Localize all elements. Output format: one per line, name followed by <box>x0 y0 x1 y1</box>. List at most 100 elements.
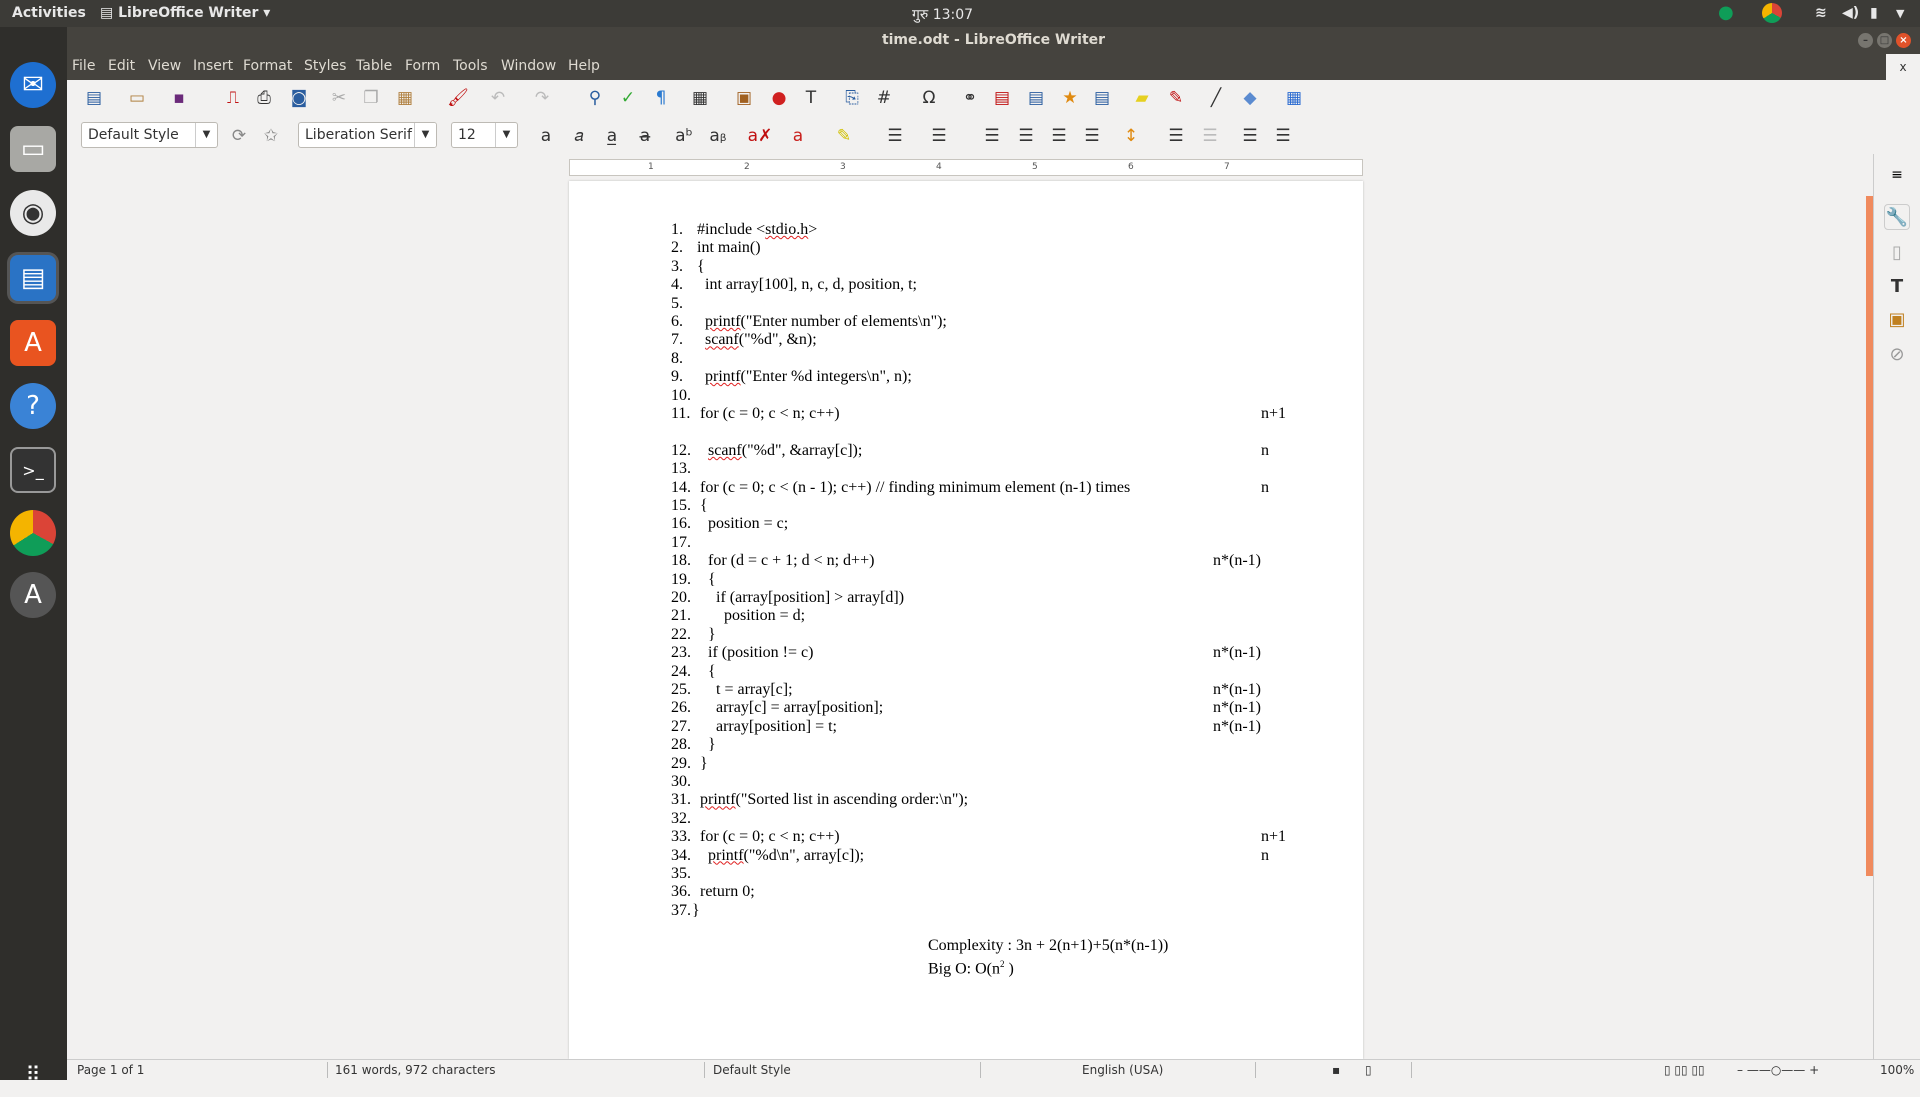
find-replace-icon[interactable]: ⚲ <box>583 86 607 110</box>
line-icon[interactable]: ╱ <box>1204 86 1228 110</box>
horizontal-ruler[interactable]: 1 2 3 4 5 6 7 <box>569 159 1363 176</box>
app-menu[interactable]: ▤ LibreOffice Writer ▾ <box>100 5 270 21</box>
insert-field-icon[interactable]: # <box>872 86 896 110</box>
clock[interactable]: गुरु 13:07 <box>912 5 973 24</box>
chevron-down-icon[interactable]: ▼ <box>414 123 436 147</box>
font-color-icon[interactable]: a <box>786 124 810 148</box>
close-document-button[interactable]: x <box>1886 54 1920 80</box>
page-style[interactable]: Default Style <box>713 1063 791 1077</box>
vertical-scrollbar[interactable] <box>1866 196 1873 876</box>
misspelled-word[interactable]: scanf <box>705 331 739 348</box>
cross-reference-icon[interactable]: ▤ <box>1090 86 1114 110</box>
battery-icon[interactable]: ▮ <box>1870 5 1878 21</box>
minimize-button[interactable]: – <box>1858 33 1873 48</box>
writer-icon[interactable]: ▤ <box>10 255 56 301</box>
chevron-down-icon[interactable]: ▼ <box>495 123 517 147</box>
update-style-icon[interactable]: ⟳ <box>227 124 251 148</box>
hyperlink-icon[interactable]: ⚭ <box>958 86 982 110</box>
menu-table[interactable]: Table <box>356 58 392 74</box>
open-icon[interactable]: ▭ <box>125 86 149 110</box>
strikethrough-icon[interactable]: a̶ <box>633 124 657 148</box>
menu-form[interactable]: Form <box>405 58 440 74</box>
insert-textbox-icon[interactable]: T <box>799 86 823 110</box>
numbering-icon[interactable]: ☰ <box>927 124 951 148</box>
wifi-icon[interactable]: ≋ <box>1815 5 1827 21</box>
menu-edit[interactable]: Edit <box>108 58 135 74</box>
insert-table-icon[interactable]: ▦ <box>688 86 712 110</box>
export-pdf-icon[interactable]: ⎍ <box>221 86 245 110</box>
menu-file[interactable]: File <box>72 58 95 74</box>
menu-help[interactable]: Help <box>568 58 600 74</box>
copy-icon[interactable]: ❐ <box>359 86 383 110</box>
spellcheck-icon[interactable]: ✓ <box>616 86 640 110</box>
chrome-icon[interactable] <box>10 510 56 556</box>
paragraph-style-combo[interactable]: Default Style ▼ <box>81 122 218 148</box>
undo-icon[interactable]: ↶ <box>486 86 510 110</box>
software-updater-icon[interactable]: A <box>10 572 56 618</box>
increase-indent-icon[interactable]: ☰ <box>1238 124 1262 148</box>
language[interactable]: English (USA) <box>1082 1063 1163 1077</box>
menu-window[interactable]: Window <box>501 58 556 74</box>
cut-icon[interactable]: ✂ <box>327 86 351 110</box>
font-size-combo[interactable]: 12 ▼ <box>451 122 518 148</box>
paste-icon[interactable]: ▦ <box>393 86 417 110</box>
document-page[interactable]: 1. #include <stdio.h> 2. int main() 3. {4. in… <box>569 181 1363 1059</box>
zoom-level[interactable]: 100% <box>1880 1063 1914 1077</box>
volume-icon[interactable]: ◀) <box>1842 5 1859 21</box>
files-icon[interactable]: ▭ <box>10 126 56 172</box>
chrome-tray-icon[interactable] <box>1762 3 1782 23</box>
insert-mode-icon[interactable]: ▪ <box>1332 1063 1340 1077</box>
terminal-icon[interactable]: >_ <box>10 447 56 493</box>
zoom-slider[interactable]: – ——○—— + <box>1737 1063 1819 1077</box>
insert-image-icon[interactable]: ▣ <box>732 86 756 110</box>
align-center-icon[interactable]: ☰ <box>1014 124 1038 148</box>
software-center-icon[interactable]: A <box>10 320 56 366</box>
misspelled-word[interactable]: printf <box>708 847 744 864</box>
menu-format[interactable]: Format <box>243 58 292 74</box>
bookmark-icon[interactable]: ★ <box>1058 86 1082 110</box>
footnote-icon[interactable]: ▤ <box>990 86 1014 110</box>
styles-icon[interactable]: T <box>1884 274 1910 300</box>
new-style-icon[interactable]: ✩ <box>259 124 283 148</box>
hangouts-icon[interactable]: ● <box>1718 2 1734 23</box>
bullets-icon[interactable]: ☰ <box>883 124 907 148</box>
print-icon[interactable]: ⎙ <box>252 86 276 110</box>
word-count[interactable]: 161 words, 972 characters <box>335 1063 496 1077</box>
insert-chart-icon[interactable]: ● <box>767 86 791 110</box>
gallery-icon[interactable]: ▣ <box>1884 307 1910 333</box>
superscript-icon[interactable]: aᵇ <box>672 124 696 148</box>
italic-icon[interactable]: 𝑎 <box>567 124 591 148</box>
subscript-icon[interactable]: aᵦ <box>706 124 730 148</box>
highlight-color-icon[interactable]: ✎ <box>832 124 856 148</box>
help-icon[interactable]: ? <box>10 383 56 429</box>
misspelled-word[interactable]: printf <box>700 791 736 808</box>
align-right-icon[interactable]: ☰ <box>1047 124 1071 148</box>
page-icon[interactable]: ▯ <box>1884 240 1910 266</box>
endnote-icon[interactable]: ▤ <box>1024 86 1048 110</box>
formatting-marks-icon[interactable]: ¶ <box>649 86 673 110</box>
underline-icon[interactable]: a̲ <box>600 124 624 148</box>
thunderbird-icon[interactable]: ✉ <box>10 62 56 108</box>
view-layout-icons[interactable]: ▯ ▯▯ ▯▯ <box>1664 1063 1705 1077</box>
clear-formatting-icon[interactable]: a✗ <box>748 124 773 148</box>
save-icon[interactable]: ▪ <box>167 86 191 110</box>
justify-icon[interactable]: ☰ <box>1080 124 1104 148</box>
document-modified-icon[interactable]: ▯ <box>1365 1063 1372 1077</box>
print-preview-icon[interactable]: ◙ <box>287 86 311 110</box>
maximize-button[interactable]: □ <box>1877 33 1892 48</box>
comment-icon[interactable]: ▰ <box>1130 86 1154 110</box>
bold-icon[interactable]: a <box>534 124 558 148</box>
page-count[interactable]: Page 1 of 1 <box>77 1063 144 1077</box>
misspelled-word[interactable]: printf <box>705 313 741 330</box>
page-break-icon[interactable]: ⎘ <box>840 86 864 110</box>
menu-view[interactable]: View <box>148 58 181 74</box>
line-spacing-icon[interactable]: ↕ <box>1119 124 1143 148</box>
sidebar-menu-icon[interactable]: ≡ <box>1884 162 1910 188</box>
misspelled-word[interactable]: scanf <box>708 442 742 459</box>
menu-styles[interactable]: Styles <box>304 58 346 74</box>
misspelled-word[interactable]: printf <box>705 368 741 385</box>
close-button[interactable]: × <box>1896 33 1911 48</box>
system-menu-chevron-icon[interactable]: ▼ <box>1896 7 1904 20</box>
decrease-paragraph-spacing-icon[interactable]: ☰ <box>1198 124 1222 148</box>
chevron-down-icon[interactable]: ▼ <box>195 123 217 147</box>
